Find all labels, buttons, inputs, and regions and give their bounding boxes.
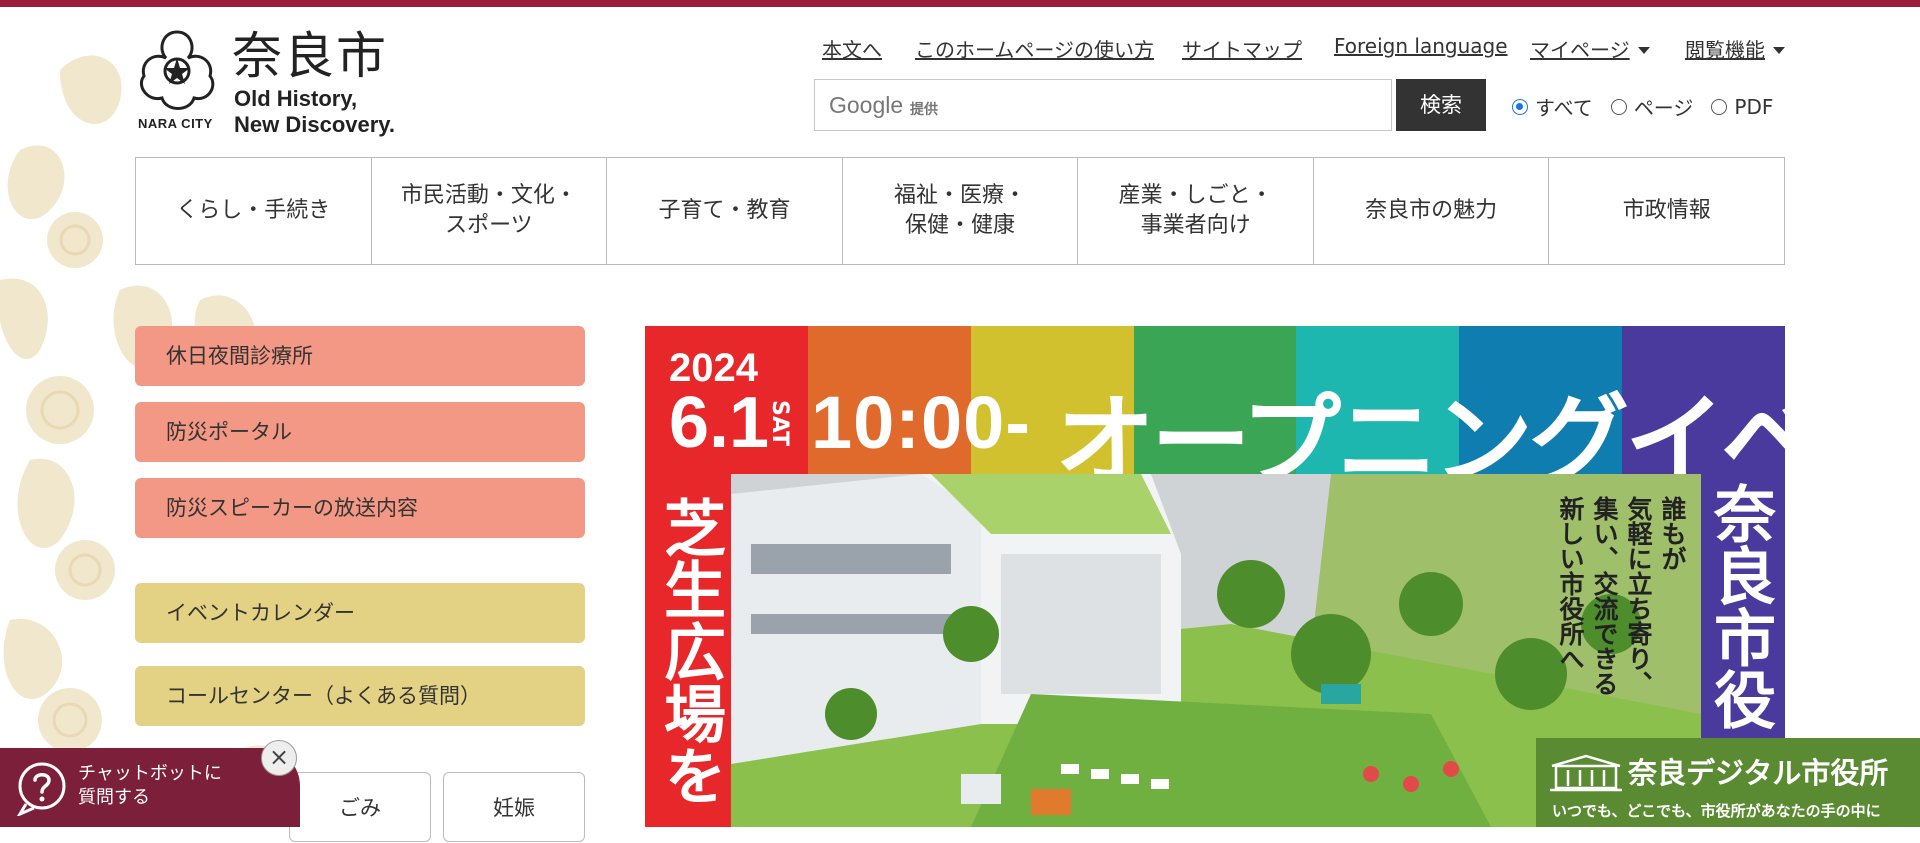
digital-city-hall-banner[interactable]: 奈良デジタル市役所 いつでも、どこでも、市役所があなたの手の中に <box>1536 738 1920 827</box>
disaster-speaker-button[interactable]: 防災スピーカーの放送内容 <box>135 478 585 538</box>
scope-label: PDF <box>1734 94 1774 119</box>
scope-page[interactable]: ページ <box>1610 92 1694 121</box>
chatbot-line2: 質問する <box>78 787 150 808</box>
copy-line: 気軽に立ち寄り、 <box>1624 496 1653 696</box>
main-navigation: くらし・手続き 市民活動・文化・ スポーツ 子育て・教育 福祉・医療・ 保健・健… <box>135 157 1785 265</box>
chat-question-icon <box>17 762 66 816</box>
nav-label: 福祉・医療・ 保健・健康 <box>894 183 1027 238</box>
nav-childcare-education[interactable]: 子育て・教育 <box>607 158 843 264</box>
call-center-button[interactable]: コールセンター（よくある質問） <box>135 666 585 726</box>
copy-line: 誰もが <box>1658 496 1687 571</box>
banner-time: 10:00- <box>811 381 1031 464</box>
radio-icon <box>1610 98 1627 115</box>
mypage-menu[interactable]: マイページ <box>1530 34 1650 63</box>
logo-city-en: NARA CITY <box>138 116 213 131</box>
accessibility-menu[interactable]: 閲覧機能 <box>1685 34 1785 63</box>
tagline-line2: New Discovery. <box>234 112 396 137</box>
nav-civic-culture-sports[interactable]: 市民活動・文化・ スポーツ <box>372 158 608 264</box>
nav-label: 市民活動・文化・ スポーツ <box>400 183 577 238</box>
logo-title: 奈良市 <box>232 27 388 85</box>
search-input[interactable]: Google 提供 <box>814 79 1392 131</box>
disaster-portal-button[interactable]: 防災ポータル <box>135 402 585 462</box>
holiday-clinic-button[interactable]: 休日夜間診療所 <box>135 326 585 386</box>
foreign-language-link[interactable]: Foreign language <box>1334 34 1508 58</box>
right-vertical-text: 奈良市役 <box>1703 482 1776 730</box>
nav-city-government[interactable]: 市政情報 <box>1549 158 1784 264</box>
nav-label: 奈良市の魅力 <box>1365 198 1498 223</box>
mypage-label: マイページ <box>1530 38 1630 62</box>
chatbot-line1: チャットボットに <box>78 763 222 784</box>
nav-welfare-health[interactable]: 福祉・医療・ 保健・健康 <box>843 158 1079 264</box>
google-brand: Google <box>829 92 904 118</box>
top-accent-bar <box>0 0 1920 7</box>
city-hall-building-icon <box>1550 754 1622 792</box>
chatbot-label: チャットボットに 質問する <box>78 762 222 810</box>
scope-all[interactable]: すべて <box>1512 92 1593 121</box>
scope-label: すべて <box>1535 96 1593 120</box>
chatbot-launcher[interactable]: チャットボットに 質問する <box>0 748 300 827</box>
nav-living[interactable]: くらし・手続き <box>136 158 372 264</box>
nav-label: 市政情報 <box>1622 198 1711 223</box>
banner-date: 6.1 <box>669 383 770 463</box>
garbage-card[interactable]: ごみ <box>289 772 431 842</box>
chevron-down-icon <box>1773 47 1785 54</box>
banner-copy: 誰もが 気軽に立ち寄り、 集い、交流できる 新しい市役所へ <box>1553 496 1689 696</box>
nav-label: 子育て・教育 <box>658 198 791 223</box>
event-calendar-button[interactable]: イベントカレンダー <box>135 583 585 643</box>
site-logo[interactable]: NARA CITY 奈良市 Old History, New Discovery… <box>134 27 404 138</box>
accessibility-label: 閲覧機能 <box>1685 38 1765 62</box>
nav-industry-business[interactable]: 産業・しごと・ 事業者向け <box>1078 158 1314 264</box>
scope-pdf[interactable]: PDF <box>1711 92 1773 121</box>
nav-label: くらし・手続き <box>176 198 331 223</box>
left-vertical-text: 芝生広場を <box>653 496 726 806</box>
radio-icon <box>1711 98 1728 115</box>
search-scope: すべて ページ PDF <box>1512 92 1791 121</box>
skip-to-content-link[interactable]: 本文へ <box>822 34 882 63</box>
how-to-use-link[interactable]: このホームページの使い方 <box>915 34 1154 63</box>
nav-attractions[interactable]: 奈良市の魅力 <box>1314 158 1550 264</box>
search-button[interactable]: 検索 <box>1396 79 1486 131</box>
dch-title: 奈良デジタル市役所 <box>1628 756 1889 790</box>
banner-weekday: SAT <box>767 400 792 447</box>
radio-selected-icon <box>1512 98 1528 115</box>
copy-line: 集い、交流できる <box>1590 496 1619 696</box>
sitemap-link[interactable]: サイトマップ <box>1182 34 1302 63</box>
tagline-line1: Old History, <box>234 86 358 111</box>
close-icon[interactable]: × <box>261 740 297 776</box>
nara-city-emblem-icon <box>139 30 215 110</box>
scope-label: ページ <box>1633 96 1694 120</box>
chevron-down-icon <box>1637 47 1650 54</box>
dch-subtitle: いつでも、どこでも、市役所があなたの手の中に <box>1552 802 1881 820</box>
google-brand-sub: 提供 <box>910 102 938 118</box>
pregnancy-card[interactable]: 妊娠 <box>443 772 585 842</box>
nav-label: 産業・しごと・ 事業者向け <box>1118 183 1273 238</box>
copy-line: 新しい市役所へ <box>1556 496 1585 671</box>
logo-tagline: Old History, New Discovery. <box>234 86 395 138</box>
